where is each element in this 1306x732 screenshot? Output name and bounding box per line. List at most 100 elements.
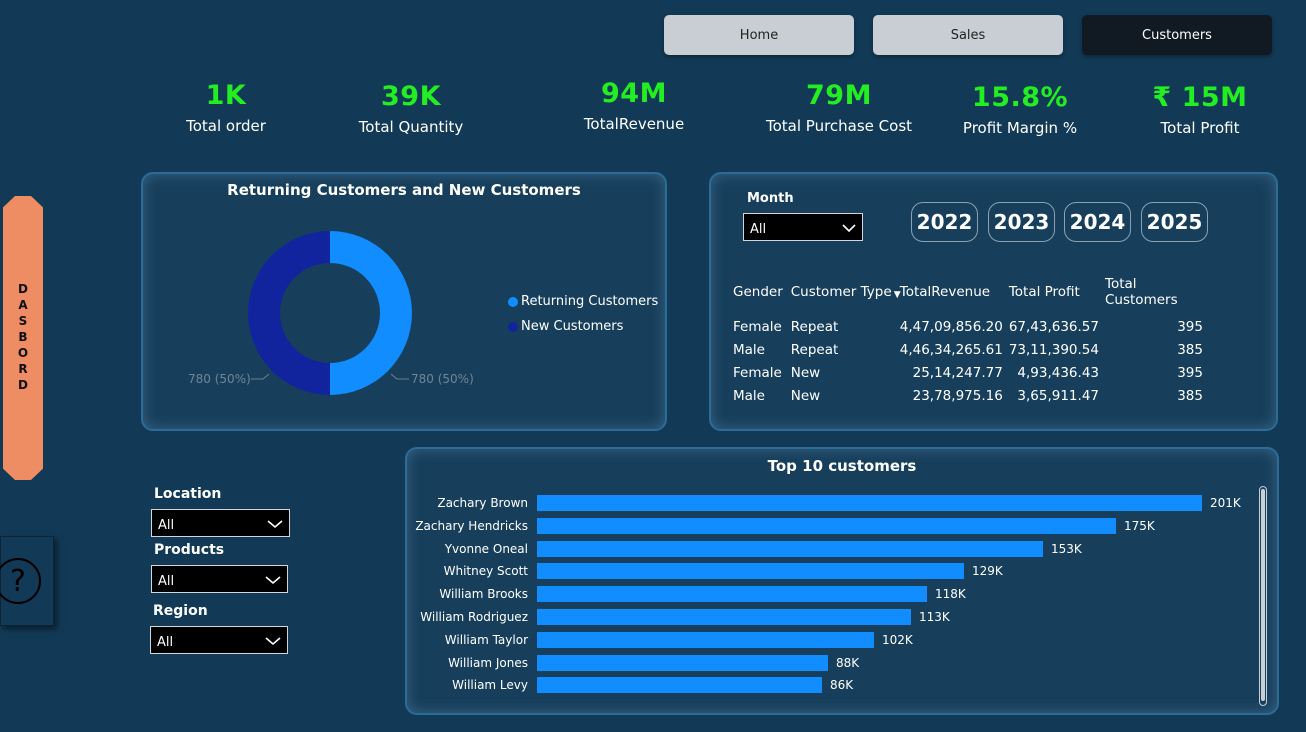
bar[interactable]: [537, 631, 874, 648]
cell: New: [790, 388, 821, 404]
kpi-label: TotalRevenue: [583, 115, 685, 133]
sort-desc-icon: ▼: [893, 290, 901, 300]
donut-legend: Returning Customers New Customers: [508, 294, 658, 344]
column-header[interactable]: Gender: [730, 274, 788, 316]
column-header[interactable]: Total Customers: [1102, 274, 1206, 316]
top-customers-panel: Top 10 customers: [405, 447, 1279, 715]
bar-value-label: 113K: [919, 610, 950, 624]
chevron-down-icon: [842, 224, 856, 233]
cell: Female: [733, 319, 782, 335]
bar[interactable]: [537, 563, 964, 580]
products-filter-label: Products: [154, 542, 225, 558]
leader-line-right: [390, 373, 409, 380]
bar-category-label: William Levy: [452, 678, 528, 693]
nav-customers-button[interactable]: Customers: [1082, 15, 1272, 55]
dashboard-nav-tab[interactable]: DASBORD: [3, 196, 43, 480]
bar-category-label: Whitney Scott: [443, 564, 528, 579]
legend-dot: [508, 296, 518, 307]
location-filter-label: Location: [154, 486, 222, 502]
scrollbar-thumb[interactable]: [1261, 489, 1265, 701]
kpi-value: 15.8%: [971, 82, 1069, 113]
kpi-value: 94M: [601, 78, 667, 109]
table-row[interactable]: Male New 23,78,975.16 3,65,911.47 385: [730, 385, 1206, 408]
bar[interactable]: [537, 495, 1202, 511]
table-row[interactable]: Female New 25,14,247.77 4,93,436.43 395: [730, 362, 1206, 385]
cell: 73,11,390.54: [1008, 342, 1099, 358]
bar-category-label: William Brooks: [439, 587, 528, 602]
kpi-value: ₹ 15M: [1152, 82, 1248, 113]
year-button-2024[interactable]: 2024: [1064, 202, 1131, 242]
bar[interactable]: [537, 677, 822, 694]
table-header-row: Gender Customer Type TotalRevenue ▼ Total…: [730, 274, 1206, 316]
donut-slice-new[interactable]: [248, 231, 330, 395]
chart-scrollbar[interactable]: [1259, 486, 1267, 706]
legend-item-returning[interactable]: Returning Customers: [508, 294, 658, 309]
cell: 3,65,911.47: [1017, 388, 1099, 404]
kpi-total-revenue: 94M TotalRevenue: [544, 78, 724, 133]
cell: 4,47,09,856.20: [899, 319, 1003, 335]
legend-item-new[interactable]: New Customers: [508, 319, 658, 334]
kpi-value: 39K: [381, 81, 441, 112]
cell: Female: [733, 365, 782, 381]
dropdown-value: All: [158, 518, 175, 533]
column-header[interactable]: Customer Type: [788, 274, 897, 316]
bar[interactable]: [537, 586, 927, 603]
bar-category-label: Yvonne Oneal: [444, 541, 528, 556]
dropdown-value: All: [750, 222, 767, 237]
cell: 385: [1177, 342, 1203, 358]
bar-value-label: 129K: [972, 564, 1003, 579]
cell: 23,78,975.16: [912, 388, 1003, 404]
region-dropdown[interactable]: All: [150, 626, 288, 654]
bar-category-label: Zachary Hendricks: [415, 518, 528, 533]
bar-category-label: William Rodriguez: [420, 610, 528, 624]
donut-slice-returning[interactable]: [330, 231, 412, 395]
bar-category-label: William Jones: [448, 655, 528, 670]
bar-category-label: Zachary Brown: [437, 496, 528, 510]
column-header[interactable]: TotalRevenue ▼: [893, 274, 1006, 316]
year-button-2022[interactable]: 2022: [911, 202, 978, 242]
help-button[interactable]: ?: [0, 536, 54, 626]
bar[interactable]: [537, 540, 1043, 557]
bar-value-label: 88K: [836, 655, 860, 670]
question-circle-icon: ?: [0, 558, 41, 604]
cell: 4,46,34,265.61: [899, 342, 1003, 358]
kpi-total-purchase-cost: 79M Total Purchase Cost: [749, 80, 929, 135]
bar-category-label: William Taylor: [444, 632, 528, 647]
chart-title: Top 10 customers: [767, 457, 917, 475]
bar-value-label: 175K: [1124, 518, 1155, 533]
cell: 385: [1177, 388, 1203, 404]
year-button-2025[interactable]: 2025: [1141, 202, 1208, 242]
cell: Male: [733, 388, 765, 404]
products-dropdown[interactable]: All: [151, 565, 288, 593]
table-row[interactable]: Male Repeat 4,46,34,265.61 73,11,390.54 …: [730, 339, 1206, 362]
column-header[interactable]: Total Profit: [1006, 274, 1102, 316]
cell: Male: [733, 342, 765, 358]
month-dropdown[interactable]: All: [743, 213, 863, 241]
nav-sales-button[interactable]: Sales: [873, 15, 1063, 55]
kpi-profit-margin: 15.8% Profit Margin %: [930, 82, 1110, 137]
location-dropdown[interactable]: All: [151, 509, 290, 537]
bar[interactable]: [537, 517, 1116, 534]
legend-label: Returning Customers: [521, 294, 659, 309]
cell: 67,43,636.57: [1008, 319, 1099, 335]
dropdown-value: All: [157, 635, 174, 650]
year-button-2023[interactable]: 2023: [988, 202, 1055, 242]
cell: Repeat: [790, 319, 839, 335]
column-header-label: TotalRevenue: [899, 284, 991, 300]
bar[interactable]: [537, 609, 911, 625]
region-filter-label: Region: [153, 603, 208, 619]
kpi-value: 79M: [806, 80, 872, 111]
bar[interactable]: [537, 654, 828, 671]
kpi-label: Total Quantity: [358, 118, 464, 136]
nav-home-button[interactable]: Home: [664, 15, 854, 55]
leader-line-left: [251, 373, 270, 380]
cell: 4,93,436.43: [1017, 365, 1099, 381]
bar-value-label: 118K: [935, 587, 966, 602]
kpi-label: Profit Margin %: [962, 119, 1078, 137]
table-row[interactable]: Female Repeat 4,47,09,856.20 67,43,636.5…: [730, 316, 1206, 339]
chevron-down-icon: [265, 637, 281, 646]
kpi-total-order: 1K Total order: [136, 80, 316, 135]
month-slicer-label: Month: [747, 191, 794, 206]
dropdown-value: All: [158, 574, 175, 589]
kpi-label: Total order: [186, 117, 266, 135]
